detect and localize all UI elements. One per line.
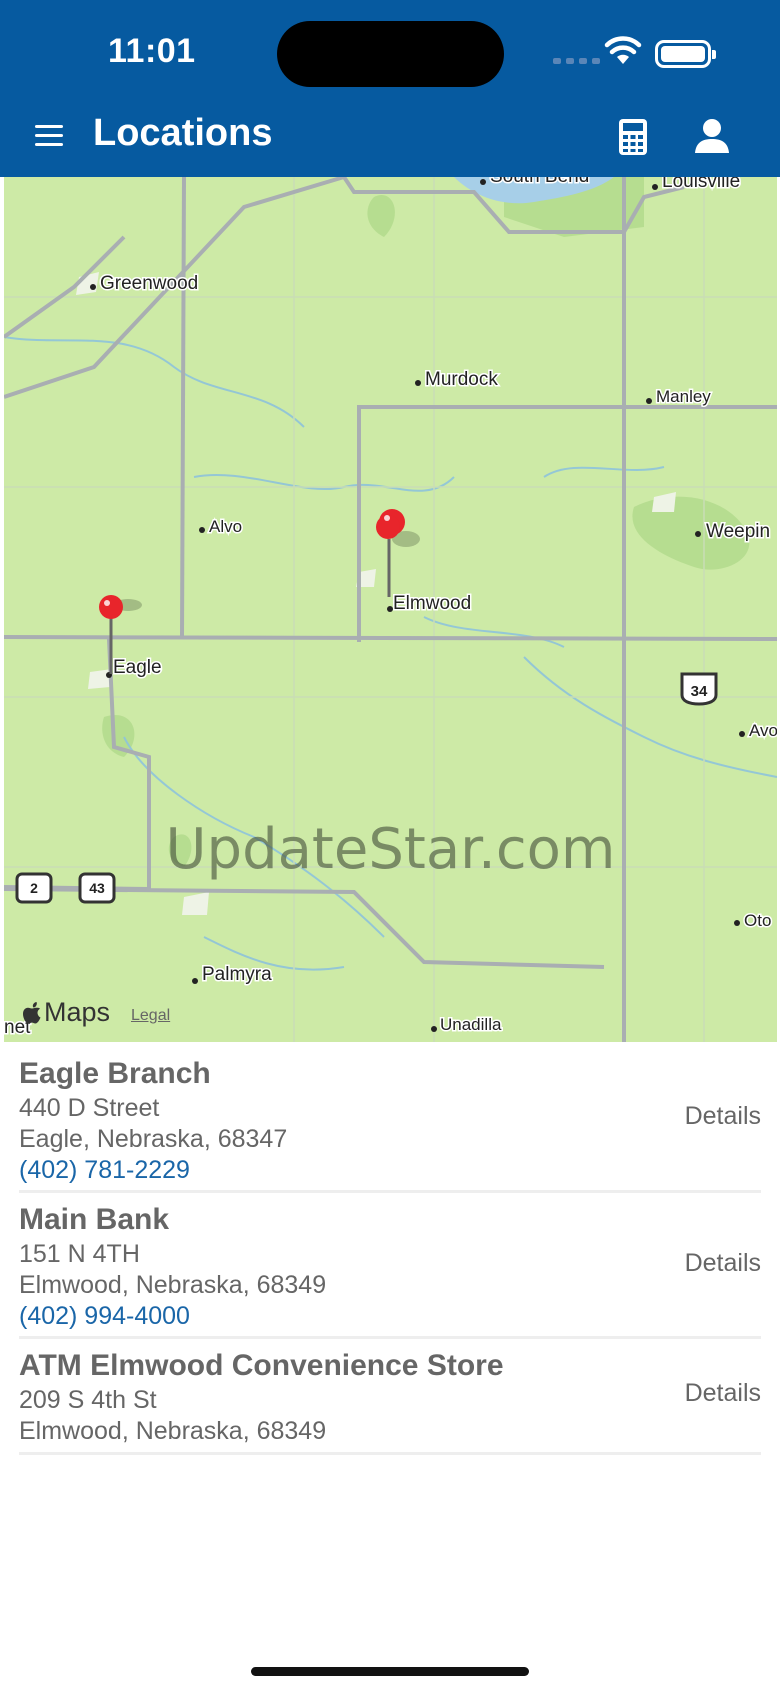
map-label-eagle: Eagle [113,657,162,678]
dynamic-island [277,21,504,87]
us34-label: 34 [691,683,708,700]
map-label-weeping: Weepin [706,521,770,542]
location-street: 440 D Street [19,1094,160,1122]
apple-maps-attribution: Maps [22,997,110,1028]
location-row[interactable]: Eagle Branch 440 D Street Eagle, Nebrask… [19,1042,761,1193]
watermark-text: UpdateStar.com [165,817,616,882]
user-profile-icon[interactable] [694,118,730,154]
map-label-south-bend: South Bend [490,177,589,187]
app-header: 11:01 Locations [0,0,780,177]
locations-list: Eagle Branch 440 D Street Eagle, Nebrask… [19,1042,761,1455]
home-indicator[interactable] [251,1667,529,1676]
location-city: Eagle, Nebraska, 68347 [19,1125,288,1153]
page-title: Locations [93,112,273,154]
map-label-manley: Manley [656,387,711,406]
map-label-louisville: Louisville [662,177,740,192]
details-button[interactable]: Details [685,1379,761,1408]
location-name: ATM Elmwood Convenience Store [19,1349,504,1382]
location-phone-link[interactable]: (402) 994-4000 [19,1301,761,1332]
map-label-unadilla: Unadilla [440,1015,502,1034]
us34-shield: 34 [680,672,718,706]
location-city: Elmwood, Nebraska, 68349 [19,1271,327,1299]
details-button[interactable]: Details [685,1249,761,1278]
hamburger-menu-icon[interactable] [35,125,63,147]
map-label-avoca: Avo [749,721,777,740]
map-label-palmyra: Palmyra [202,964,272,985]
ne43-label: 43 [89,880,105,896]
location-name: Main Bank [19,1203,170,1236]
map-label-alvo: Alvo [209,517,242,536]
details-button[interactable]: Details [685,1102,761,1131]
location-city: Elmwood, Nebraska, 68349 [19,1417,327,1445]
maps-wordmark: Maps [44,997,111,1027]
legal-link[interactable]: Legal [131,1007,170,1025]
status-time: 11:01 [108,32,196,70]
ne2-label: 2 [30,880,38,896]
location-phone-link[interactable]: (402) 781-2229 [19,1155,761,1186]
location-street: 209 S 4th St [19,1386,157,1414]
map-pin-elmwood[interactable] [376,509,420,597]
battery-icon [655,40,716,68]
map-label-elmwood: Elmwood [393,593,471,614]
wifi-icon [604,36,642,64]
map-label-greenwood: Greenwood [100,273,198,294]
location-row[interactable]: Main Bank 151 N 4TH Elmwood, Nebraska, 6… [19,1193,761,1339]
location-street: 151 N 4TH [19,1240,140,1268]
location-name: Eagle Branch [19,1057,211,1090]
map-label-otoe: Oto [744,911,771,930]
location-row[interactable]: ATM Elmwood Convenience Store 209 S 4th … [19,1339,761,1455]
cellular-signal-icon [553,58,600,64]
apple-logo-icon [23,1001,41,1023]
map-view[interactable]: 34 2 43 South Bend Louisville Greenwood … [4,177,777,1042]
calculator-icon[interactable] [618,118,648,156]
map-label-murdock: Murdock [425,369,498,390]
